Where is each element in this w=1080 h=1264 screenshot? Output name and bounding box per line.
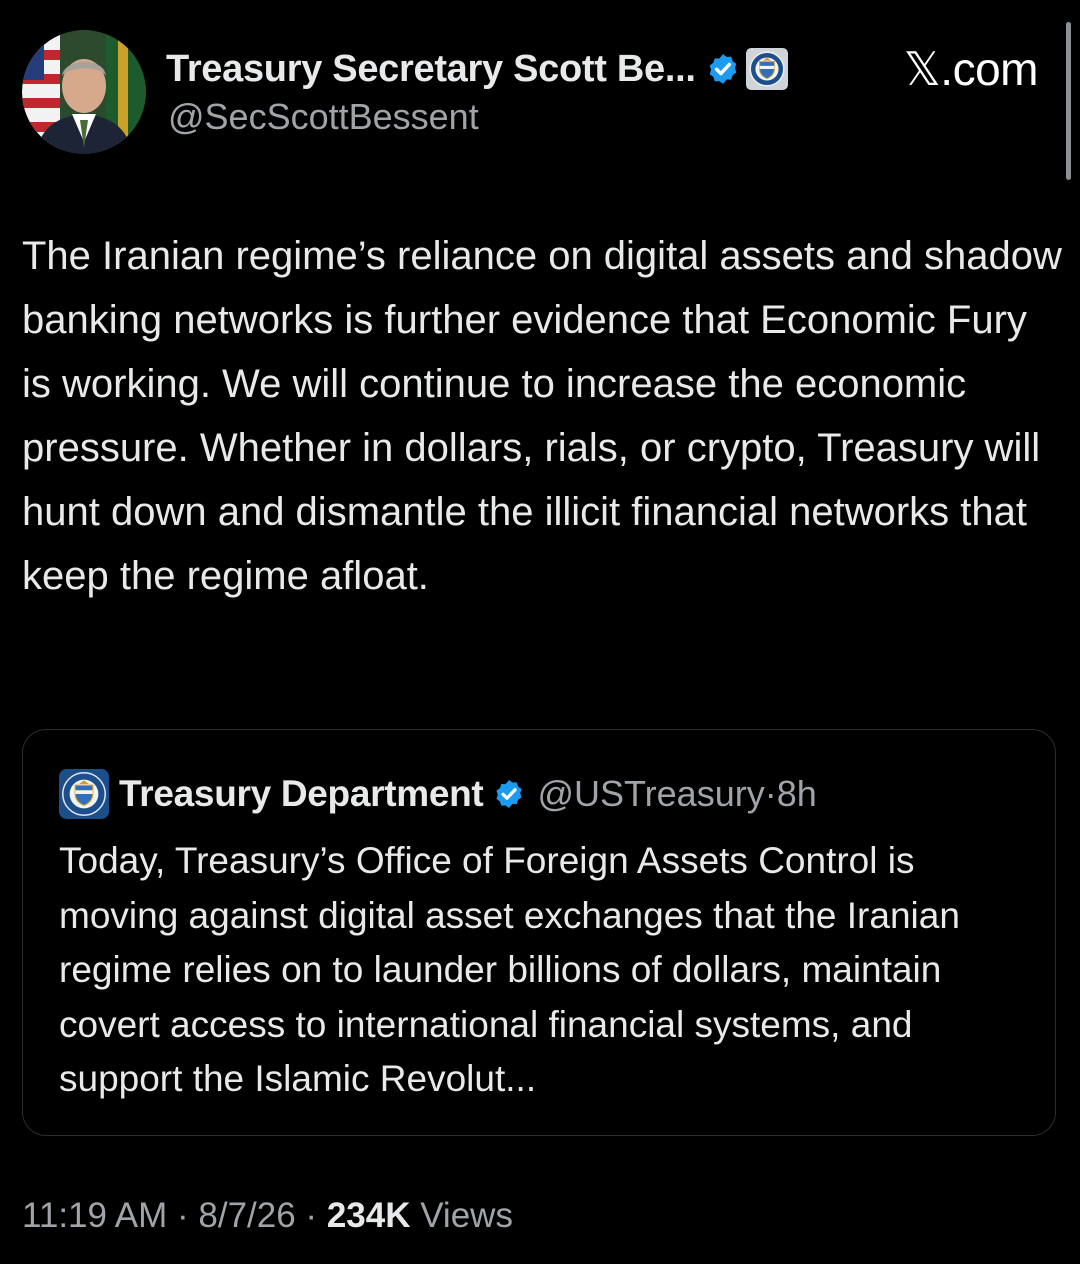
quoted-age[interactable]: 8h [777,773,817,815]
tweet-text: The Iranian regime’s reliance on digital… [22,234,1062,598]
quoted-tweet-text: Today, Treasury’s Office of Foreign Asse… [59,840,960,1099]
tweet-date[interactable]: 8/7/26 [198,1196,295,1235]
treasury-seal-icon [745,48,788,90]
quoted-tweet-card[interactable]: Treasury Department @USTreasury · 8h Tod… [22,729,1056,1136]
scrollbar[interactable] [1066,22,1071,180]
quoted-separator: · [764,773,777,814]
author-display-name[interactable]: Treasury Secretary Scott Be... [166,48,696,91]
footer-separator: · [295,1196,327,1235]
views-label: Views [410,1196,513,1235]
author-avatar[interactable] [22,30,146,154]
tweet-time[interactable]: 11:19 AM [22,1196,167,1235]
tweet-header: Treasury Secretary Scott Be... @SecScott… [22,30,1058,160]
author-handle[interactable]: @SecScottBessent [168,96,479,138]
tweet-footer: 11:19 AM · 8/7/26 · 234K Views [22,1196,513,1236]
views-count[interactable]: 234K [327,1196,411,1235]
author-name-row: Treasury Secretary Scott Be... [166,44,788,94]
treasury-seal-avatar-icon[interactable] [59,769,109,819]
footer-separator: · [167,1196,199,1235]
verified-badge-icon [709,54,736,84]
x-brand-logo[interactable]: 𝕏.com [904,42,1039,96]
quoted-handle[interactable]: @USTreasury [537,773,764,815]
quoted-tweet-header: Treasury Department @USTreasury · 8h [59,768,817,820]
quoted-display-name[interactable]: Treasury Department [119,773,484,815]
author-avatar-image [22,30,146,154]
verified-badge-icon [496,780,522,808]
